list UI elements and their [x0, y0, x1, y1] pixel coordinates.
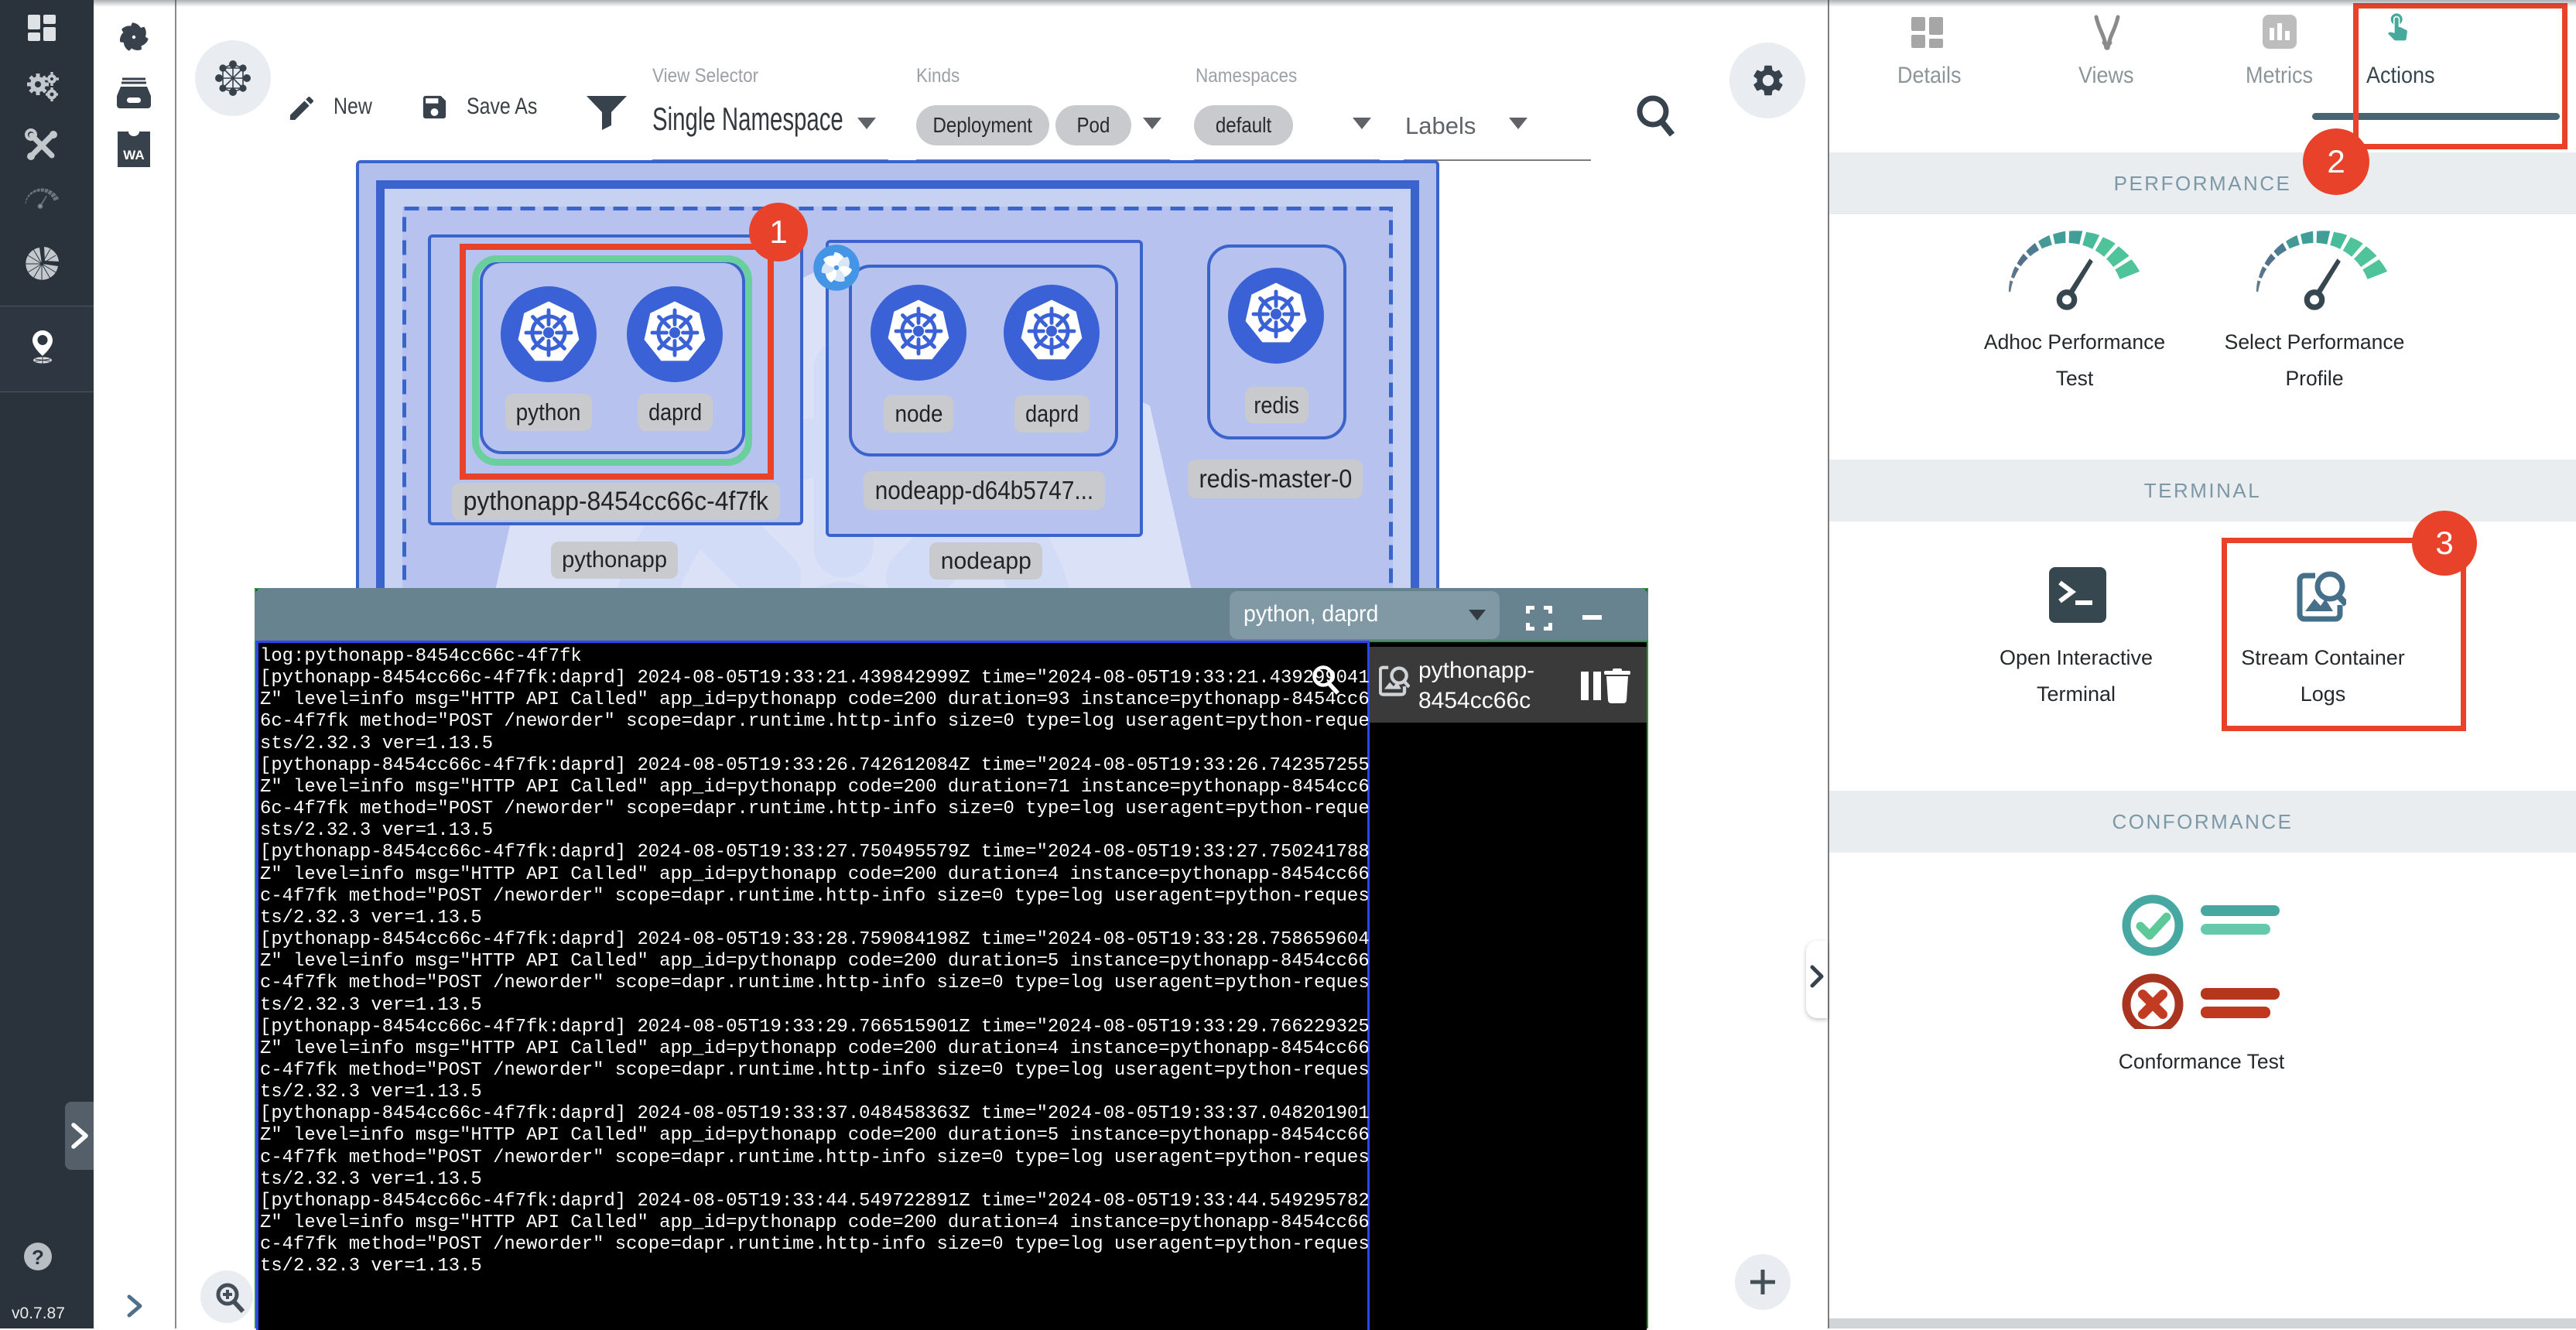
svg-text:WA: WA [123, 148, 144, 162]
